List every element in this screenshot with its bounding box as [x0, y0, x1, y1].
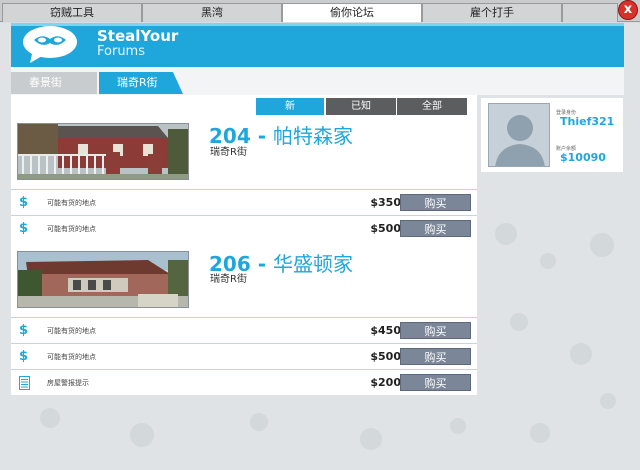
username: Thief321 — [560, 115, 615, 128]
avatar — [488, 103, 550, 167]
street-tab-bar: 春景街 瑞奇R街 — [11, 67, 624, 95]
filter-all[interactable]: 全部 — [397, 98, 467, 115]
list-item: $ 可能有货的地点 $450 购买 — [11, 317, 477, 343]
dollar-icon: $ — [19, 349, 29, 364]
buy-button[interactable]: 购买 — [400, 374, 471, 391]
header-stripe — [11, 23, 624, 26]
house-206-street: 瑞奇R街 — [210, 274, 247, 285]
tab-spring-street[interactable]: 春景街 — [11, 72, 97, 94]
dollar-icon: $ — [19, 221, 29, 236]
house-204-photo — [17, 123, 189, 180]
house-204-street: 瑞奇R街 — [210, 147, 247, 158]
dollar-icon: $ — [19, 195, 29, 210]
balance: $10090 — [560, 151, 606, 164]
buy-button[interactable]: 购买 — [400, 348, 471, 365]
tab-forum[interactable]: 偷你论坛 — [282, 3, 422, 22]
dollar-icon: $ — [19, 323, 29, 338]
buy-button[interactable]: 购买 — [400, 194, 471, 211]
tab-ricky-street[interactable]: 瑞奇R街 — [99, 72, 183, 94]
buy-button[interactable]: 购买 — [400, 322, 471, 339]
buy-button[interactable]: 购买 — [400, 220, 471, 237]
tab-hire-thug[interactable]: 雇个打手 — [422, 3, 562, 22]
mask-logo-icon — [23, 26, 77, 63]
brand-title: StealYour — [97, 27, 179, 45]
house-206-photo — [17, 251, 189, 308]
list-item: $ 可能有货的地点 $500 购买 — [11, 343, 477, 369]
tab-empty — [562, 3, 618, 22]
brand-subtitle: Forums — [97, 44, 145, 59]
close-button[interactable]: x — [618, 0, 638, 20]
document-icon — [19, 376, 30, 394]
list-item: $ 可能有货的地点 $350 购买 — [11, 189, 477, 215]
top-tab-bar: 窃贼工具 黑湾 偷你论坛 雇个打手 x — [0, 0, 640, 22]
filter-known[interactable]: 已知 — [326, 98, 396, 115]
list-item: 房屋警报提示 $200 购买 — [11, 369, 477, 395]
tab-black-bay[interactable]: 黑湾 — [142, 3, 282, 22]
filter-new[interactable]: 新 — [256, 98, 324, 115]
tab-thief-tools[interactable]: 窃贼工具 — [2, 3, 142, 22]
list-item: $ 可能有货的地点 $500 购买 — [11, 215, 477, 241]
